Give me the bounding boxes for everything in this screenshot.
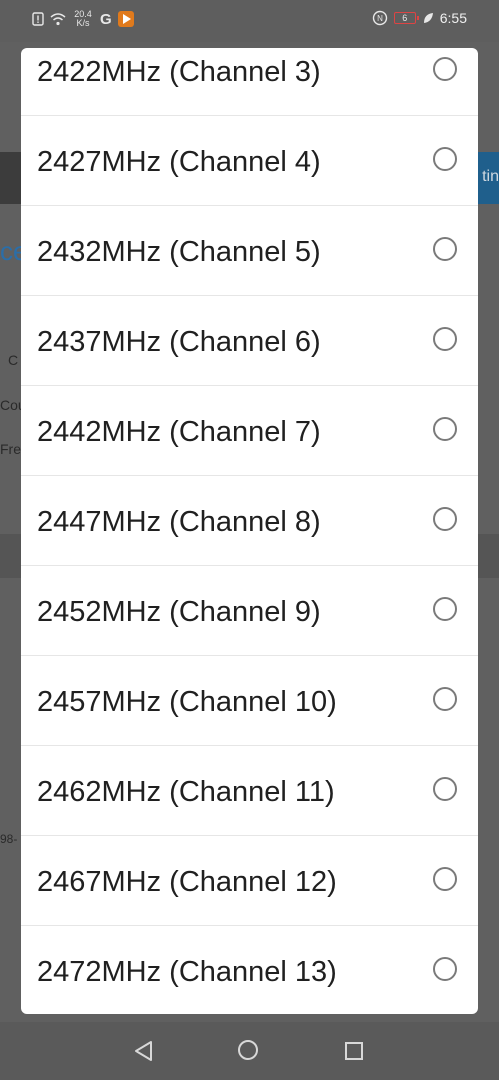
radio-button[interactable]: [433, 777, 457, 801]
channel-option[interactable]: 2462MHz (Channel 11): [21, 746, 478, 836]
channel-option-label: 2457MHz (Channel 10): [37, 686, 337, 718]
channel-option[interactable]: 2447MHz (Channel 8): [21, 476, 478, 566]
battery-icon: 6: [393, 12, 419, 24]
home-icon[interactable]: [238, 1040, 258, 1060]
recent-apps-icon[interactable]: [345, 1042, 363, 1060]
channel-option[interactable]: 2442MHz (Channel 7): [21, 386, 478, 476]
channel-option[interactable]: 2427MHz (Channel 4): [21, 116, 478, 206]
background-footer-fragment: 98-: [0, 832, 18, 846]
radio-button[interactable]: [433, 687, 457, 711]
radio-button[interactable]: [433, 147, 457, 171]
background-tab-fragment: tin: [482, 168, 499, 185]
radio-button[interactable]: [433, 507, 457, 531]
back-icon[interactable]: [133, 1040, 155, 1062]
clock: 6:55: [439, 10, 467, 26]
nfc-icon: N: [372, 10, 387, 26]
power-saving-leaf-icon: [423, 13, 433, 23]
channel-option-label: 2462MHz (Channel 11): [37, 776, 335, 808]
channel-option[interactable]: 2472MHz (Channel 13): [21, 926, 478, 1014]
channel-option[interactable]: 2457MHz (Channel 10): [21, 656, 478, 746]
radio-button[interactable]: [433, 597, 457, 621]
channel-option[interactable]: 2452MHz (Channel 9): [21, 566, 478, 656]
g-app-icon: G: [100, 10, 112, 28]
channel-option-label: 2452MHz (Channel 9): [37, 596, 321, 628]
navigation-bar: [0, 1022, 499, 1080]
channel-option[interactable]: 2467MHz (Channel 12): [21, 836, 478, 926]
background-field-fragment-1: C: [8, 352, 19, 368]
channel-option[interactable]: 2437MHz (Channel 6): [21, 296, 478, 386]
background-field-fragment-3: Fre: [0, 441, 21, 457]
channel-option-label: 2467MHz (Channel 12): [37, 866, 337, 898]
channel-option-label: 2422MHz (Channel 3): [37, 56, 321, 88]
status-right-group: N 6 6:55: [372, 10, 467, 26]
wifi-icon: [50, 13, 66, 26]
channel-option-label: 2472MHz (Channel 13): [37, 956, 337, 988]
channel-option-label: 2447MHz (Channel 8): [37, 506, 321, 538]
play-app-icon: [117, 11, 134, 27]
battery-level: 6: [402, 13, 408, 23]
network-speed-unit: K/s: [76, 18, 90, 28]
radio-button[interactable]: [433, 57, 457, 81]
radio-button[interactable]: [433, 957, 457, 981]
radio-button[interactable]: [433, 327, 457, 351]
channel-option-label: 2437MHz (Channel 6): [37, 326, 321, 358]
status-bar: 20.4 K/s G N 6 6:55: [0, 0, 499, 42]
network-speed: 20.4 K/s: [72, 10, 94, 28]
channel-options-list[interactable]: 2422MHz (Channel 3) 2427MHz (Channel 4) …: [21, 48, 478, 1014]
channel-select-dialog: 2422MHz (Channel 3) 2427MHz (Channel 4) …: [21, 48, 478, 1014]
status-left-group: 20.4 K/s G: [32, 10, 134, 28]
radio-button[interactable]: [433, 417, 457, 441]
channel-option-label: 2432MHz (Channel 5): [37, 236, 321, 268]
channel-option-label: 2427MHz (Channel 4): [37, 146, 321, 178]
radio-button[interactable]: [433, 867, 457, 891]
channel-option[interactable]: 2422MHz (Channel 3): [21, 48, 478, 116]
radio-button[interactable]: [433, 237, 457, 261]
svg-text:N: N: [377, 14, 383, 23]
channel-option-label: 2442MHz (Channel 7): [37, 416, 321, 448]
notification-icon: [32, 12, 44, 26]
channel-option[interactable]: 2432MHz (Channel 5): [21, 206, 478, 296]
